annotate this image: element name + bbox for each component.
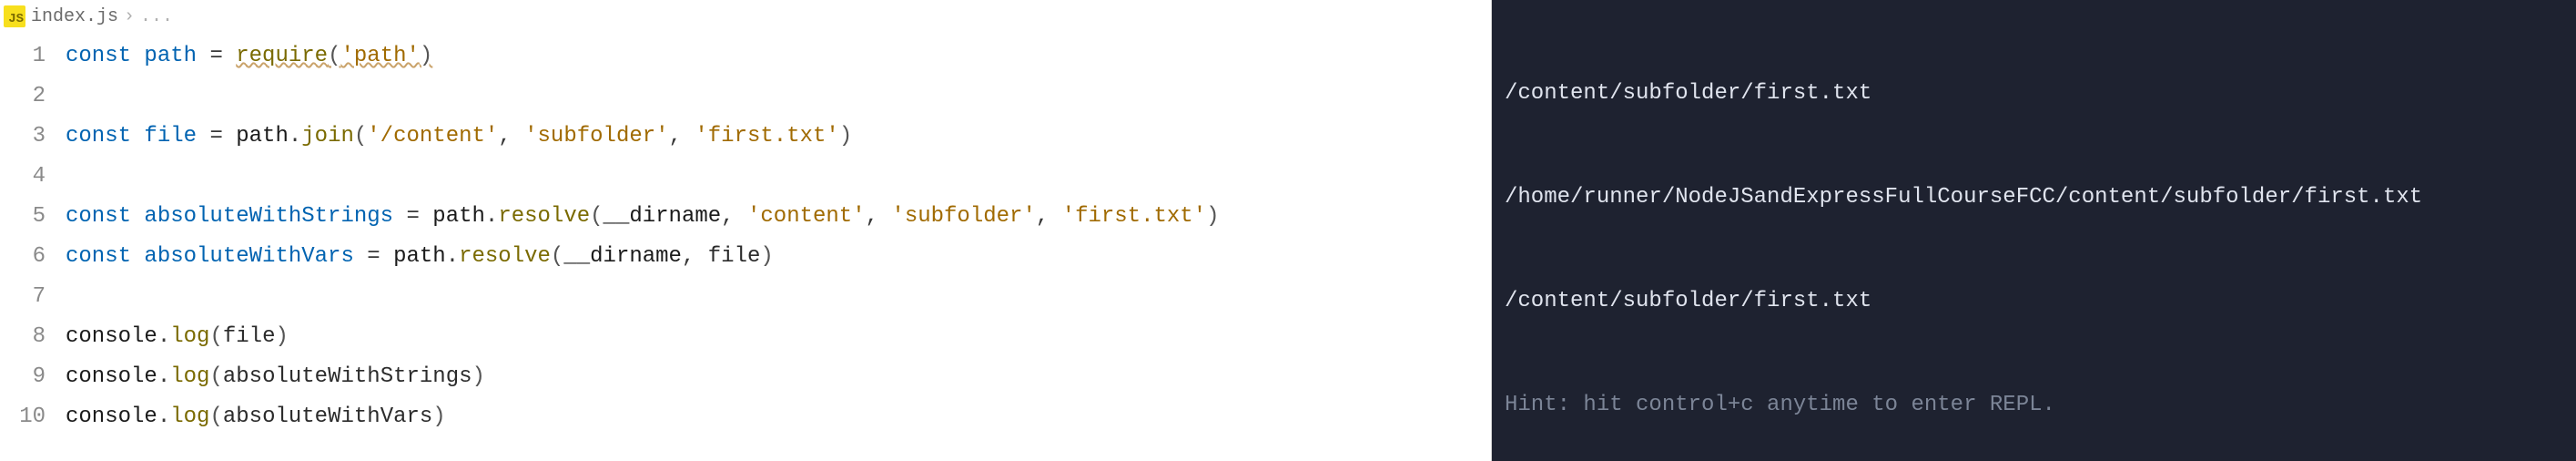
line-number: 2 [33, 77, 46, 117]
code-line[interactable]: console.log(absoluteWithVars) [66, 397, 1491, 437]
line-number: 9 [33, 357, 46, 397]
terminal-output-line: /content/subfolder/first.txt [1505, 77, 2563, 111]
breadcrumb[interactable]: JS index.js › ... [0, 0, 1491, 33]
code-line[interactable] [66, 157, 1491, 197]
line-number: 6 [33, 237, 46, 277]
terminal-hint: Hint: hit control+c anytime to enter REP… [1505, 388, 2563, 423]
code-line[interactable]: console.log(file) [66, 317, 1491, 357]
code-lines[interactable]: const path = require('path') const file … [66, 36, 1491, 461]
terminal-output-line: /home/runner/NodeJSandExpressFullCourseF… [1505, 180, 2563, 215]
code-line[interactable]: const file = path.join('/content', 'subf… [66, 117, 1491, 157]
code-line[interactable]: const absoluteWithStrings = path.resolve… [66, 197, 1491, 237]
code-line[interactable]: console.log(absoluteWithStrings) [66, 357, 1491, 397]
code-editor[interactable]: JS index.js › ... 1 2 3 4 5 6 7 8 9 10 c… [0, 0, 1491, 461]
terminal-output-line: /content/subfolder/first.txt [1505, 284, 2563, 319]
code-line[interactable]: const absoluteWithVars = path.resolve(__… [66, 237, 1491, 277]
line-number: 5 [33, 197, 46, 237]
js-file-icon: JS [4, 5, 25, 27]
chevron-right-icon: › [124, 6, 135, 27]
line-number: 7 [33, 277, 46, 317]
breadcrumb-rest: ... [140, 6, 173, 27]
line-number: 10 [19, 397, 46, 437]
code-area[interactable]: 1 2 3 4 5 6 7 8 9 10 const path = requir… [0, 33, 1491, 461]
line-number-gutter: 1 2 3 4 5 6 7 8 9 10 [0, 36, 66, 461]
code-line[interactable]: const path = require('path') [66, 36, 1491, 77]
line-number: 3 [33, 117, 46, 157]
line-number: 1 [33, 36, 46, 77]
line-number: 8 [33, 317, 46, 357]
code-line[interactable] [66, 77, 1491, 117]
code-line[interactable] [66, 277, 1491, 317]
line-number: 4 [33, 157, 46, 197]
breadcrumb-file[interactable]: index.js [31, 6, 118, 27]
terminal-panel[interactable]: /content/subfolder/first.txt /home/runne… [1491, 0, 2576, 461]
